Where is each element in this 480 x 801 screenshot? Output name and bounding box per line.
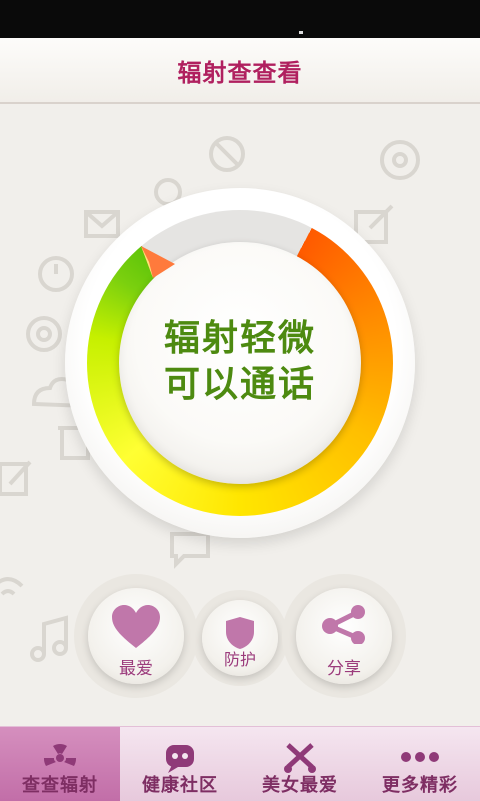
- tab-health-community[interactable]: 健康社区: [120, 727, 240, 801]
- prohibit-icon: [209, 136, 245, 172]
- title-bar: 辐射查查看: [0, 38, 480, 104]
- favorite-button[interactable]: 最爱: [88, 588, 184, 684]
- share-label: 分享: [327, 659, 361, 679]
- heart-icon: [112, 605, 160, 648]
- music-icon: [30, 615, 68, 662]
- more-dots-icon: [401, 752, 439, 762]
- status-indicator: [299, 31, 303, 34]
- chat-icon: [170, 532, 210, 569]
- radiation-meter: 辐射轻微 可以通话: [65, 188, 415, 538]
- disc-icon: [380, 140, 420, 180]
- target-icon: [26, 316, 62, 352]
- tab-label: 美女最爱: [262, 775, 338, 796]
- scissors-icon: [284, 743, 316, 773]
- edit-icon-2: [0, 460, 32, 496]
- share-button[interactable]: 分享: [296, 588, 392, 684]
- protect-button[interactable]: 防护: [202, 600, 278, 676]
- radiation-icon: [43, 744, 77, 766]
- tab-more[interactable]: 更多精彩: [360, 727, 480, 801]
- page-title: 辐射查查看: [177, 58, 303, 87]
- protect-label: 防护: [223, 650, 256, 669]
- tab-label: 更多精彩: [382, 775, 458, 796]
- meter-status-line2: 可以通话: [163, 364, 316, 405]
- bottom-tab-bar: 查查辐射 健康社区 美女最爱 更多精彩: [0, 726, 480, 801]
- tab-beauty-favorites[interactable]: 美女最爱: [240, 727, 360, 801]
- tab-check-radiation[interactable]: 查查辐射: [0, 727, 120, 801]
- meter-pointer-icon: [141, 246, 175, 278]
- tab-label: 查查辐射: [22, 775, 98, 796]
- wifi-icon: [0, 577, 24, 596]
- shield-icon: [226, 617, 254, 649]
- tab-label: 健康社区: [142, 775, 218, 796]
- favorite-label: 最爱: [119, 659, 153, 679]
- meter-status-text: 辐射轻微 可以通话: [119, 316, 361, 408]
- status-bar: [0, 0, 480, 38]
- chat-bubble-icon: [166, 745, 194, 773]
- meter-status-line1: 辐射轻微: [163, 318, 316, 359]
- share-icon: [322, 605, 365, 644]
